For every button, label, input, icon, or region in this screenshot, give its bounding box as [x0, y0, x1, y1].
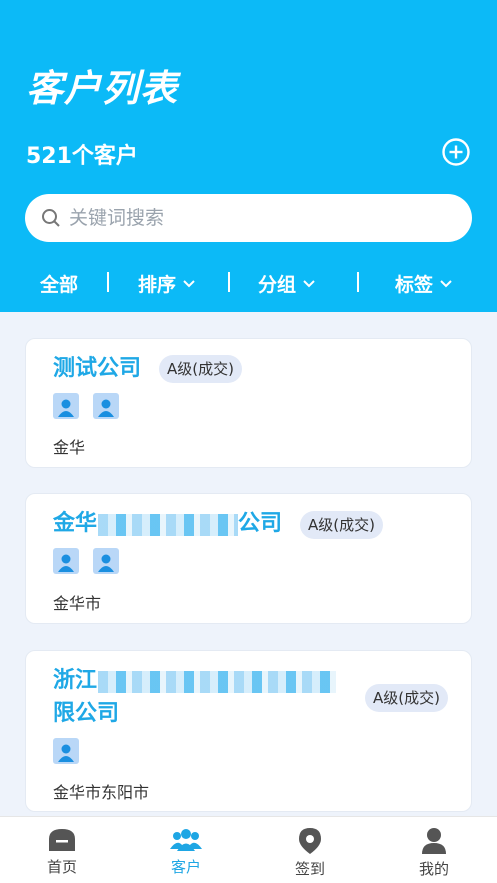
customer-card[interactable]: 浙江 限公司 A级(成交) 金华市东阳市	[25, 650, 472, 812]
tab-customers-label: 客户	[170, 858, 201, 876]
filter-sort[interactable]: 排序	[138, 270, 196, 297]
user-avatar-icon	[53, 548, 79, 574]
customer-location: 金华市	[53, 594, 102, 613]
tab-checkin-label: 签到	[294, 860, 325, 878]
user-avatar-icon	[53, 738, 79, 764]
tab-checkin[interactable]: 签到	[248, 817, 372, 883]
redacted-text	[98, 514, 238, 536]
filter-bar: 全部 排序 分组 标签	[0, 262, 497, 302]
filter-tag-label: 标签	[395, 274, 434, 296]
chevron-down-icon	[440, 279, 452, 287]
tab-home[interactable]: 首页	[0, 817, 124, 883]
add-customer-button[interactable]	[441, 137, 471, 167]
filter-tag[interactable]: 标签	[395, 270, 453, 297]
person-icon	[422, 828, 446, 854]
tab-profile[interactable]: 我的	[372, 817, 496, 883]
company-name-suffix: 公司	[238, 511, 283, 536]
filter-all-label: 全部	[40, 274, 79, 296]
customer-level-badge: A级(成交)	[159, 355, 242, 383]
user-avatar-icon	[93, 548, 119, 574]
customer-card[interactable]: 金华 公司 A级(成交) 金华市	[25, 493, 472, 624]
search-icon	[42, 209, 60, 227]
search-input[interactable]	[69, 207, 429, 229]
header: 客户列表 521个客户 全部 排序 分组 标签	[0, 0, 497, 312]
customer-count: 521个客户	[26, 144, 138, 169]
page-title: 客户列表	[26, 67, 178, 110]
user-avatar-icon	[53, 393, 79, 419]
customer-level-badge: A级(成交)	[365, 684, 448, 712]
company-name: 浙江	[53, 668, 98, 693]
user-avatar-icon	[93, 393, 119, 419]
location-pin-icon	[299, 828, 321, 854]
redacted-text	[98, 671, 336, 693]
filter-all[interactable]: 全部	[40, 270, 78, 297]
chevron-down-icon	[303, 279, 315, 287]
filter-group[interactable]: 分组	[258, 270, 316, 297]
customer-location: 金华市东阳市	[53, 783, 150, 802]
filter-group-label: 分组	[258, 274, 297, 296]
chevron-down-icon	[183, 279, 195, 287]
users-icon	[170, 829, 202, 851]
bottom-tab-bar: 首页 客户 签到 我的	[0, 816, 497, 883]
customer-location: 金华	[53, 438, 86, 457]
tab-profile-label: 我的	[418, 860, 449, 878]
filter-divider	[357, 272, 359, 292]
company-name: 测试公司	[53, 356, 142, 381]
filter-divider	[107, 272, 109, 292]
home-icon	[49, 829, 75, 851]
customer-card[interactable]: 测试公司 A级(成交) 金华	[25, 338, 472, 468]
search-bar[interactable]	[25, 194, 472, 242]
filter-sort-label: 排序	[138, 274, 177, 296]
company-name-line2: 限公司	[53, 701, 120, 726]
company-name: 金华	[53, 511, 98, 536]
tab-customers[interactable]: 客户	[124, 817, 248, 883]
customer-level-badge: A级(成交)	[300, 511, 383, 539]
tab-home-label: 首页	[46, 858, 77, 876]
filter-divider	[228, 272, 230, 292]
